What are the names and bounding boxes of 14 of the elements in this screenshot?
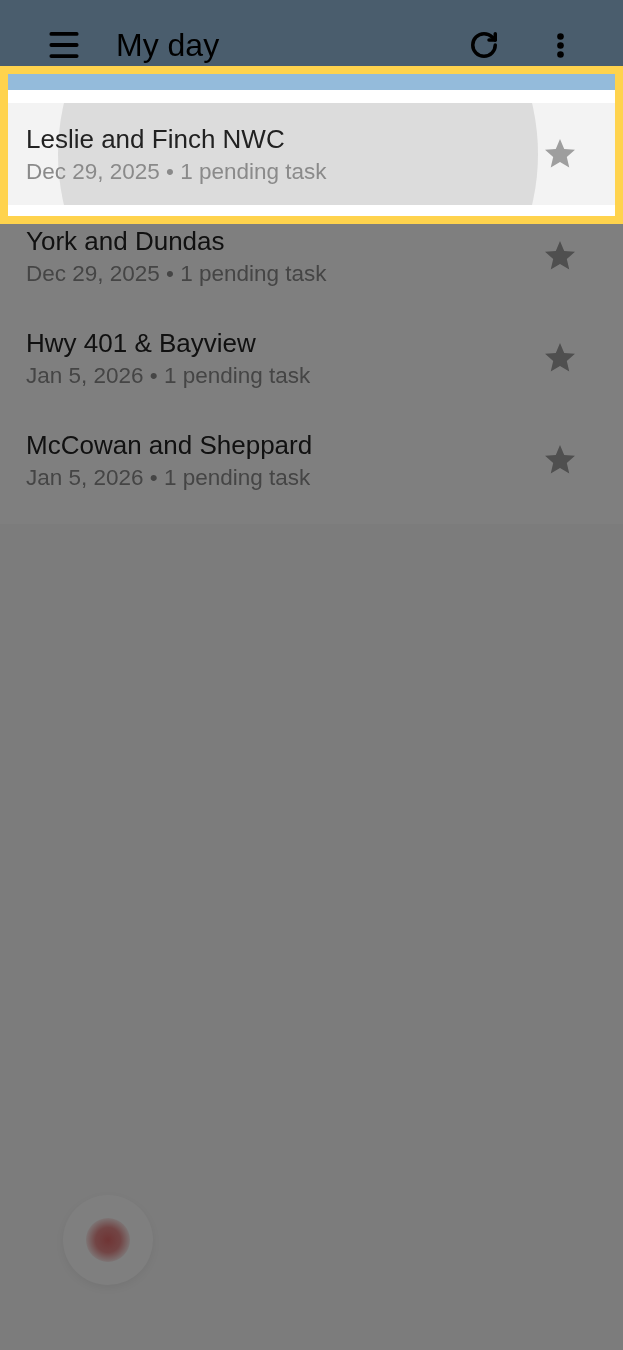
task-title: York and Dundas: [26, 225, 226, 256]
task-item[interactable]: York and Dundas Dec 29, 2025 • 1 pending task: [0, 205, 623, 307]
task-title: McCowan and Sheppard: [26, 429, 313, 460]
task-title: Leslie and Finch NWC: [26, 123, 286, 154]
refresh-icon: [469, 30, 499, 60]
more-icon: [556, 32, 564, 58]
task-subtitle: Dec 29, 2025 • 1 pending task: [26, 259, 327, 287]
task-title: Hwy 401 & Bayview: [26, 327, 257, 358]
screen-title: My day: [116, 26, 221, 64]
task-item[interactable]: Hwy 401 & Bayview Jan 5, 2026 • 1 pending task: [0, 307, 623, 409]
task-item[interactable]: McCowan and Sheppard Jan 5, 2026 • 1 pending task: [0, 409, 623, 511]
task-subtitle: Jan 5, 2026 • 1 pending task: [26, 463, 312, 491]
task-subtitle: Dec 29, 2025 • 1 pending task: [26, 157, 327, 185]
task-subtitle: Jan 5, 2026 • 1 pending task: [26, 361, 311, 389]
